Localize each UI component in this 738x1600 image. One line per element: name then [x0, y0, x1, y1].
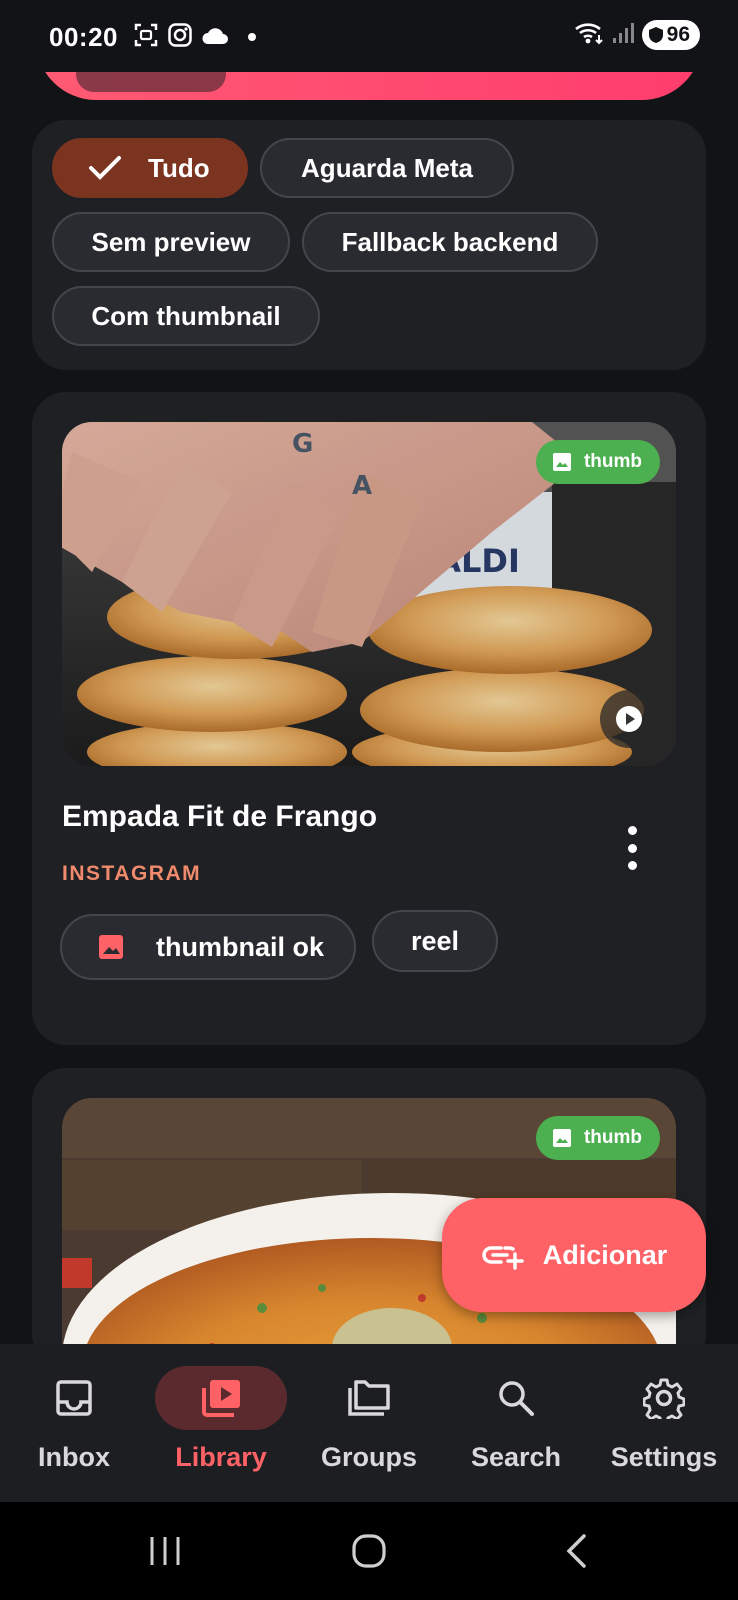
recipe-source: INSTAGRAM	[62, 862, 202, 885]
screenshot-icon	[133, 22, 159, 53]
nav-search[interactable]: Search	[450, 1344, 582, 1502]
nav-library[interactable]: Library	[155, 1344, 287, 1502]
more-options-button[interactable]	[620, 826, 644, 870]
filter-chip-aguarda-meta[interactable]: Aguarda Meta	[260, 138, 514, 198]
folders-icon	[303, 1366, 435, 1430]
image-icon	[99, 935, 123, 959]
recipe-card[interactable]: MENTS M: CALDI G A thumb Empada Fit de F…	[32, 392, 706, 1045]
thumb-badge-label: thumb	[583, 1127, 642, 1148]
nav-label: Inbox	[38, 1442, 110, 1472]
thumb-badge-label: thumb	[583, 451, 642, 472]
recents-icon	[150, 1537, 180, 1565]
status-time: 00:20	[49, 22, 118, 52]
tag-label: thumbnail ok	[156, 931, 324, 962]
gear-icon	[598, 1366, 730, 1430]
home-button[interactable]	[324, 1502, 414, 1600]
nav-label: Groups	[320, 1442, 417, 1472]
filter-chip-label: Tudo	[148, 152, 210, 183]
tag-reel[interactable]: reel	[372, 910, 498, 972]
recipe-thumbnail[interactable]: MENTS M: CALDI G A thumb	[62, 422, 676, 766]
nav-label: Settings	[610, 1442, 718, 1472]
system-navigation-bar	[0, 1502, 738, 1600]
filter-chip-label: Com thumbnail	[91, 300, 281, 331]
battery-indicator: 96	[641, 20, 700, 50]
status-icons	[133, 22, 257, 53]
recipe-title: Empada Fit de Frango	[62, 800, 378, 833]
cloud-icon	[201, 24, 229, 51]
filter-chip-label: Fallback backend	[341, 226, 559, 257]
status-right: 96	[574, 20, 700, 50]
add-button[interactable]: Adicionar	[442, 1198, 706, 1312]
add-button-label: Adicionar	[542, 1239, 668, 1270]
filter-chip-sem-preview[interactable]: Sem preview	[52, 212, 290, 272]
filter-chip-com-thumbnail[interactable]: Com thumbnail	[52, 286, 320, 346]
tag-thumbnail-ok[interactable]: thumbnail ok	[60, 914, 356, 980]
nav-settings[interactable]: Settings	[597, 1344, 731, 1502]
inbox-icon	[8, 1366, 140, 1430]
battery-level: 96	[666, 23, 690, 46]
image-icon	[552, 453, 571, 471]
wifi-icon	[574, 21, 604, 50]
recent-apps-button[interactable]	[120, 1502, 210, 1600]
signal-icon	[612, 22, 634, 49]
image-icon	[552, 1129, 571, 1147]
back-icon	[566, 1534, 586, 1568]
tag-label: reel	[410, 925, 460, 956]
filter-chip-fallback-backend[interactable]: Fallback backend	[302, 212, 598, 272]
play-button[interactable]	[600, 690, 658, 748]
filter-chip-tudo[interactable]: Tudo	[52, 138, 248, 198]
shield-icon	[648, 27, 663, 43]
dot-icon	[247, 29, 257, 47]
check-icon	[89, 156, 121, 180]
play-icon	[616, 706, 642, 732]
home-icon	[352, 1534, 386, 1568]
nav-groups[interactable]: Groups	[303, 1344, 435, 1502]
thumb-badge: thumb	[535, 1116, 660, 1160]
instagram-icon	[167, 22, 193, 53]
search-icon	[450, 1366, 582, 1430]
add-link-icon	[482, 1246, 524, 1270]
filter-chip-label: Aguarda Meta	[301, 152, 473, 183]
more-vert-icon	[627, 826, 637, 835]
nav-label: Library	[175, 1442, 267, 1472]
back-button[interactable]	[532, 1502, 622, 1600]
status-bar: 00:20 96	[0, 0, 738, 72]
nav-label: Search	[470, 1442, 562, 1472]
nav-inbox[interactable]: Inbox	[8, 1344, 140, 1502]
bottom-navigation: Inbox Library Groups Search Settings	[0, 1344, 738, 1502]
filter-chip-label: Sem preview	[91, 226, 251, 257]
video-library-icon	[155, 1366, 287, 1430]
thumb-badge: thumb	[535, 440, 660, 484]
filter-panel: Tudo Aguarda Meta Sem preview Fallback b…	[32, 120, 706, 370]
